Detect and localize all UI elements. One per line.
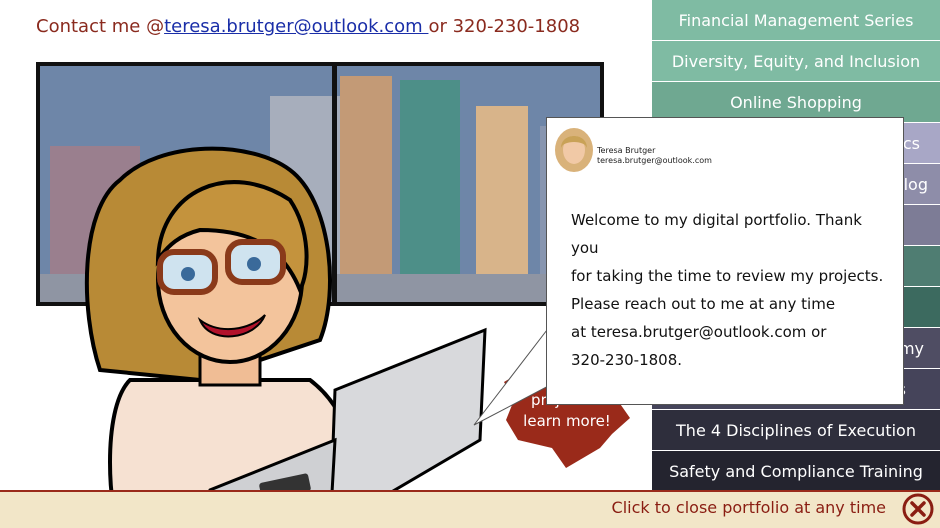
contact-email-link[interactable]: teresa.brutger@outlook.com <box>164 16 428 37</box>
nav-label: Online Shopping <box>730 92 862 112</box>
nav-label: cs <box>902 133 920 153</box>
popup-message-line: for taking the time to review my project… <box>571 267 884 285</box>
popup-name: Teresa Brutger <box>597 146 656 155</box>
nav-label: The 4 Disciplines of Execution <box>676 420 916 440</box>
nav-label: log <box>903 174 928 194</box>
close-icon[interactable] <box>902 493 934 525</box>
nav-item-safety-compliance[interactable]: Safety and Compliance Training <box>652 451 940 491</box>
footer-bar: Click to close portfolio at any time <box>0 490 940 528</box>
popup-message-line: 320-230-1808. <box>571 351 683 369</box>
popup-message: Welcome to my digital portfolio. Thank y… <box>571 206 891 374</box>
contact-suffix: or 320-230-1808 <box>428 16 581 37</box>
eye-right <box>247 257 261 271</box>
contact-prefix: Contact me @ <box>36 16 165 37</box>
contact-line: Contact me @teresa.brutger@outlook.com o… <box>36 16 580 37</box>
nav-item-diversity[interactable]: Diversity, Equity, and Inclusion <box>652 41 940 81</box>
popup-email: teresa.brutger@outlook.com <box>597 156 712 165</box>
popup-message-line: Welcome to my digital portfolio. Thank y… <box>571 211 862 257</box>
popup-message-line: at teresa.brutger@outlook.com or <box>571 323 827 341</box>
avatar <box>555 128 593 172</box>
avatar-character <box>84 146 487 528</box>
eye-left <box>181 267 195 281</box>
close-portfolio-text[interactable]: Click to close portfolio at any time <box>612 498 886 517</box>
nav-label: Financial Management Series <box>678 10 914 30</box>
nav-label: Diversity, Equity, and Inclusion <box>671 51 921 71</box>
nav-item-financial-management[interactable]: Financial Management Series <box>652 0 940 40</box>
welcome-popup: Teresa Brutger teresa.brutger@outlook.co… <box>546 117 904 405</box>
nav-label: Safety and Compliance Training <box>669 461 923 481</box>
nav-item-online-shopping[interactable]: Online Shopping <box>652 82 940 122</box>
nav-item-4-disciplines[interactable]: The 4 Disciplines of Execution <box>652 410 940 450</box>
popup-message-line: Please reach out to me at any time <box>571 295 836 313</box>
